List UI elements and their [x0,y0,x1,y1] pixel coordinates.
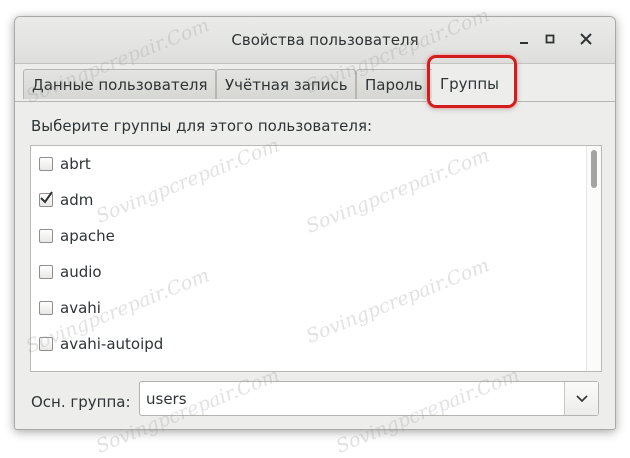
list-item[interactable]: abrt [31,146,587,182]
group-name: abrt [60,155,91,173]
scrollbar-thumb[interactable] [591,150,597,188]
group-name: apache [60,227,115,245]
group-name: adm [60,191,94,209]
group-checkbox[interactable] [39,265,53,279]
close-button[interactable] [574,27,598,51]
list-scrollbar[interactable] [586,146,601,371]
group-checkbox[interactable] [39,337,53,351]
user-properties-dialog: Свойства пользователя Данные пользовател… [14,16,616,430]
group-checkbox[interactable] [39,229,53,243]
group-name: avahi-autoipd [60,335,164,353]
close-icon [580,33,592,45]
group-checkbox[interactable] [39,301,53,315]
list-item[interactable]: avahi-autoipd [31,326,587,362]
titlebar[interactable]: Свойства пользователя [15,17,615,64]
dropdown-button[interactable] [564,382,598,415]
tab-user-data[interactable]: Данные пользователя [23,69,216,99]
group-name: avahi [60,299,101,317]
list-item[interactable]: audio [31,254,587,290]
groups-prompt: Выберите группы для этого пользователя: [31,117,373,135]
primary-group-value[interactable]: users [146,390,187,408]
list-item[interactable]: adm [31,182,587,218]
minimize-button[interactable] [512,27,536,51]
window-title: Свойства пользователя [231,31,419,49]
groups-list[interactable]: abrt adm apache audio avahi avahi-autoip… [30,145,602,372]
tab-password[interactable]: Пароль [356,69,436,99]
tab-bar: Данные пользователя Учётная запись Парол… [15,67,615,103]
checkmark-icon [40,191,53,204]
tab-groups[interactable]: Группы [432,67,514,103]
maximize-icon [545,34,555,44]
list-item[interactable]: avahi [31,290,587,326]
primary-group-combo[interactable]: users [139,381,599,416]
group-name: audio [60,263,102,281]
group-checkbox[interactable] [39,191,53,207]
group-checkbox[interactable] [39,157,53,171]
chevron-down-icon [576,395,588,403]
primary-group-label: Осн. группа: [31,393,131,411]
minimize-icon [520,42,528,44]
tab-account[interactable]: Учётная запись [216,69,356,99]
maximize-button[interactable] [538,27,562,51]
list-item[interactable]: apache [31,218,587,254]
tab-divider [15,101,615,102]
